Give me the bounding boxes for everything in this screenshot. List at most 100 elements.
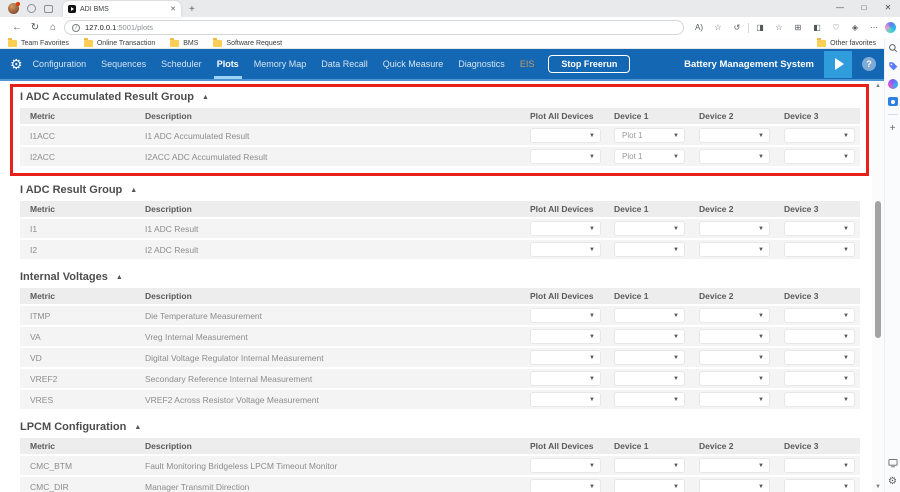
plot-select-dropdown[interactable]: ▼ <box>699 392 770 407</box>
plot-select-dropdown[interactable]: ▼ <box>784 128 855 143</box>
favorites-star-icon[interactable]: ☆ <box>710 23 726 32</box>
plot-select-dropdown[interactable]: ▼ <box>699 221 770 236</box>
split-screen-icon[interactable]: ◨ <box>752 23 768 32</box>
collapse-icon[interactable]: ▲ <box>134 424 141 431</box>
plot-select-dropdown[interactable]: ▼ <box>784 350 855 365</box>
collapse-icon[interactable]: ▲ <box>202 94 209 101</box>
plot-select-dropdown[interactable]: ▼ <box>699 149 770 164</box>
extensions-icon[interactable]: ◧ <box>809 23 825 32</box>
help-icon[interactable]: ? <box>862 57 876 71</box>
browser-tab[interactable]: ADI BMS ✕ <box>63 1 181 17</box>
settings-gear-icon[interactable]: ⚙ <box>10 56 23 73</box>
minimize-button[interactable]: — <box>828 0 852 15</box>
plot-select-dropdown[interactable]: ▼ <box>614 329 685 344</box>
nav-item-quick-measure[interactable]: Quick Measure <box>383 49 444 79</box>
bookmark-folder-team-favorites[interactable]: Team Favorites <box>8 40 69 47</box>
address-bar[interactable]: i 127.0.0.1:5001/plots <box>64 20 684 35</box>
new-tab-button[interactable]: + <box>189 4 195 15</box>
plot-select-dropdown[interactable]: ▼ <box>784 308 855 323</box>
plot-select-dropdown[interactable]: ▼ <box>784 221 855 236</box>
scroll-down-icon[interactable]: ▼ <box>872 484 884 490</box>
plot-select-dropdown[interactable]: ▼ <box>784 458 855 473</box>
plot-select-dropdown[interactable]: ▼ <box>530 128 601 143</box>
nav-item-memory-map[interactable]: Memory Map <box>254 49 307 79</box>
add-sidebar-item-icon[interactable]: + <box>890 123 896 134</box>
plot-select-dropdown[interactable]: ▼ <box>699 479 770 492</box>
tab-close-icon[interactable]: ✕ <box>170 5 176 13</box>
browser-essentials-icon[interactable]: ♡ <box>828 23 844 32</box>
nav-item-data-recall[interactable]: Data Recall <box>321 49 368 79</box>
plot-select-dropdown[interactable]: ▼ <box>530 221 601 236</box>
screenshot-icon[interactable] <box>888 458 898 468</box>
maximize-button[interactable]: □ <box>852 0 876 15</box>
plot-select-dropdown[interactable]: ▼ <box>614 308 685 323</box>
designer-icon[interactable] <box>888 97 898 106</box>
nav-item-sequences[interactable]: Sequences <box>101 49 146 79</box>
plot-select-dropdown[interactable]: ▼ <box>530 371 601 386</box>
search-icon[interactable] <box>888 43 898 53</box>
plot-select-dropdown[interactable]: ▼ <box>614 221 685 236</box>
sidebar-settings-icon[interactable]: ⚙ <box>888 476 897 487</box>
profile-avatar[interactable] <box>8 3 19 14</box>
adi-logo[interactable] <box>824 51 852 78</box>
other-favorites[interactable]: Other favorites <box>817 40 876 47</box>
collapse-icon[interactable]: ▲ <box>130 187 137 194</box>
copilot-icon[interactable] <box>885 22 896 33</box>
plot-select-dropdown[interactable]: ▼ <box>699 308 770 323</box>
stop-freerun-button[interactable]: Stop Freerun <box>548 55 630 73</box>
plot-select-dropdown[interactable]: ▼ <box>530 392 601 407</box>
nav-item-plots[interactable]: Plots <box>217 49 239 79</box>
plot-select-dropdown[interactable]: ▼ <box>699 350 770 365</box>
tab-actions-icon[interactable] <box>44 5 53 13</box>
nav-item-eis[interactable]: EIS <box>520 49 535 79</box>
plot-select-dropdown[interactable]: ▼ <box>699 242 770 257</box>
refresh-icon[interactable]: ↻ <box>26 22 44 33</box>
collections-icon[interactable]: ⊞ <box>790 23 806 32</box>
plot-select-dropdown[interactable]: ▼ <box>699 128 770 143</box>
plot-select-dropdown[interactable]: ▼ <box>530 350 601 365</box>
bookmark-folder-online-transaction[interactable]: Online Transaction <box>84 40 155 47</box>
plot-select-dropdown[interactable]: ▼ <box>614 458 685 473</box>
favorites-bar-icon[interactable]: ☆ <box>771 23 787 32</box>
plot-select-dropdown[interactable]: ▼ <box>784 392 855 407</box>
plot-select-dropdown[interactable]: ▼ <box>699 371 770 386</box>
page-scrollbar[interactable]: ▲ ▼ <box>872 81 884 492</box>
workspaces-icon[interactable] <box>27 4 36 13</box>
plot-select-dropdown[interactable]: ▼ <box>699 329 770 344</box>
plot-select-dropdown[interactable]: ▼ <box>784 242 855 257</box>
plot-select-dropdown[interactable]: ▼ <box>784 329 855 344</box>
plot-select-dropdown[interactable]: ▼ <box>614 479 685 492</box>
plot-select-dropdown[interactable]: ▼ <box>614 242 685 257</box>
sync-icon[interactable]: ↺ <box>729 23 745 32</box>
nav-item-configuration[interactable]: Configuration <box>33 49 87 79</box>
plot-select-dropdown[interactable]: ▼ <box>784 371 855 386</box>
nav-item-scheduler[interactable]: Scheduler <box>161 49 202 79</box>
home-icon[interactable]: ⌂ <box>44 22 62 33</box>
plot-select-dropdown[interactable]: ▼ <box>530 458 601 473</box>
plot-select-dropdown[interactable]: ▼ <box>530 242 601 257</box>
plot-select-dropdown[interactable]: ▼ <box>530 329 601 344</box>
plot-select-dropdown[interactable]: ▼ <box>614 392 685 407</box>
plot-select-dropdown[interactable]: Plot 1▼ <box>614 149 685 164</box>
plot-select-dropdown[interactable]: ▼ <box>614 371 685 386</box>
plot-select-dropdown[interactable]: ▼ <box>784 479 855 492</box>
plot-select-dropdown[interactable]: ▼ <box>614 350 685 365</box>
collapse-icon[interactable]: ▲ <box>116 274 123 281</box>
nav-item-diagnostics[interactable]: Diagnostics <box>458 49 505 79</box>
site-info-icon[interactable]: i <box>72 24 80 32</box>
plot-select-dropdown[interactable]: Plot 1▼ <box>614 128 685 143</box>
scrollbar-thumb[interactable] <box>875 201 881 338</box>
bookmark-folder-software-request[interactable]: Software Request <box>213 40 282 47</box>
plot-select-dropdown[interactable]: ▼ <box>530 479 601 492</box>
m365-copilot-icon[interactable] <box>888 79 898 89</box>
plot-select-dropdown[interactable]: ▼ <box>530 149 601 164</box>
back-icon[interactable]: ← <box>8 22 26 33</box>
plot-select-dropdown[interactable]: ▼ <box>699 458 770 473</box>
copilot-page-icon[interactable]: ◈ <box>847 23 863 32</box>
close-button[interactable]: ✕ <box>876 0 900 15</box>
scroll-up-icon[interactable]: ▲ <box>872 83 884 89</box>
bookmark-folder-bms[interactable]: BMS <box>170 40 198 47</box>
plot-select-dropdown[interactable]: ▼ <box>530 308 601 323</box>
read-aloud-icon[interactable]: A) <box>691 23 707 32</box>
tag-icon[interactable] <box>888 61 898 71</box>
